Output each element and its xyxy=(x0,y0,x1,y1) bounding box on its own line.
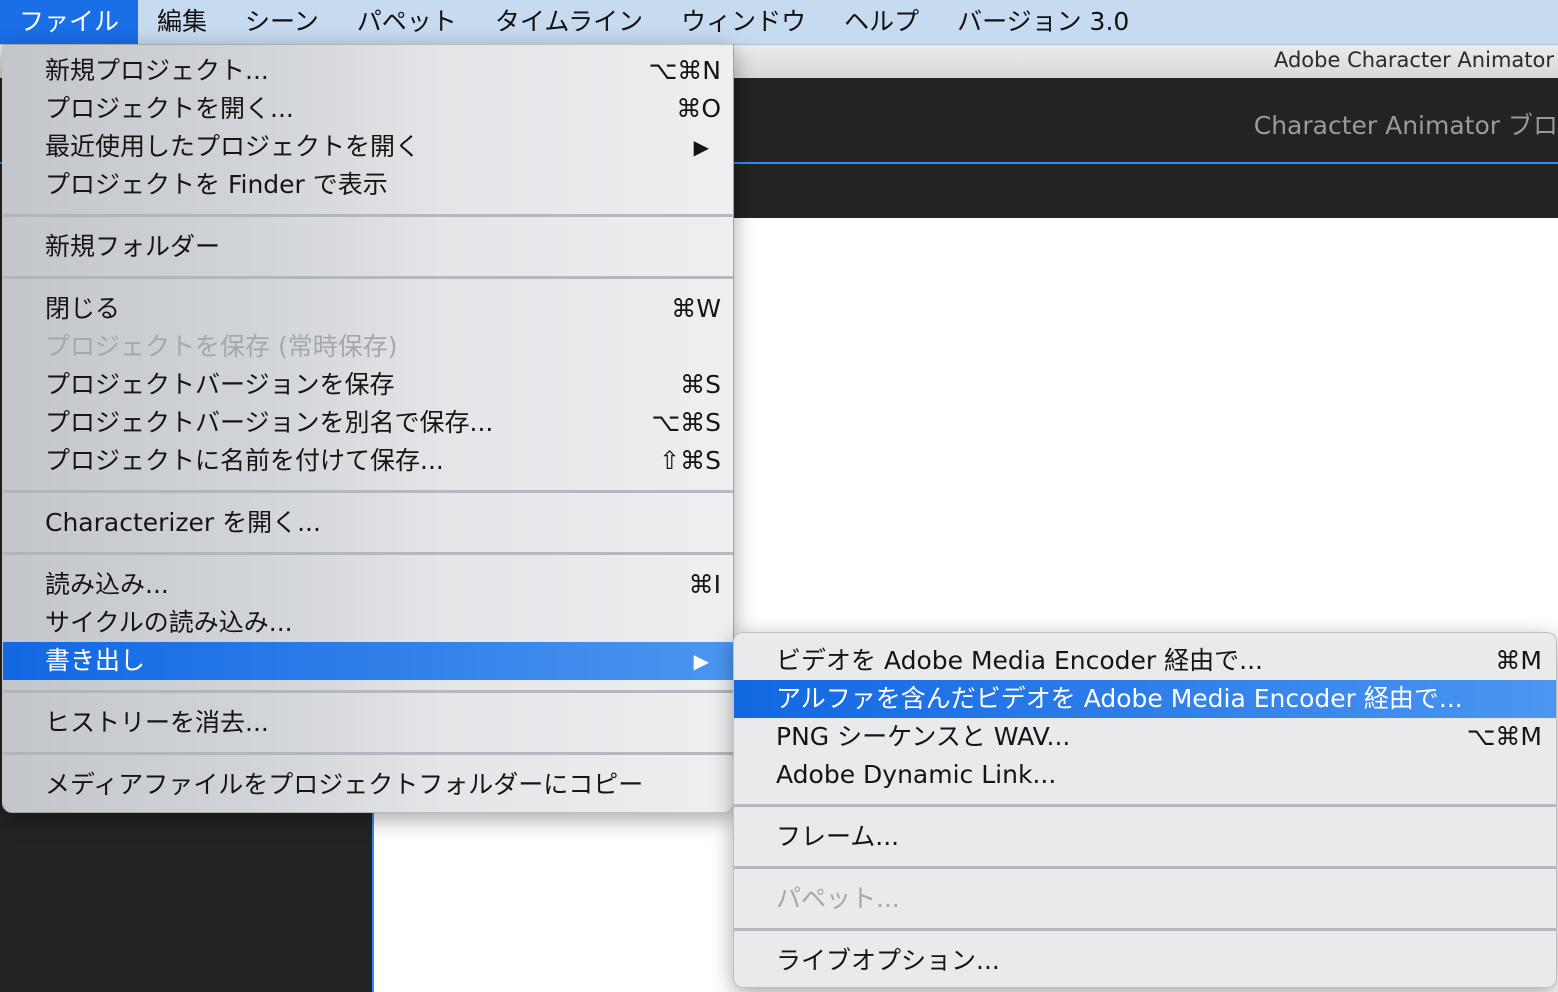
menu-item-export-puppet: パペット... xyxy=(734,880,1556,918)
menu-item-label: ビデオを Adobe Media Encoder 経由で... xyxy=(776,646,1264,675)
menu-item-open-project[interactable]: プロジェクトを開く... ⌘O xyxy=(3,90,733,128)
menu-item-open-recent[interactable]: 最近使用したプロジェクトを開く ▶ xyxy=(3,128,733,166)
submenu-arrow-icon: ▶ xyxy=(693,135,709,159)
shortcut-label: ⌘M xyxy=(1495,646,1542,675)
menu-item-label: プロジェクトバージョンを保存 xyxy=(45,370,395,399)
menu-item-label: プロジェクトバージョンを別名で保存... xyxy=(45,408,494,437)
menu-item-label: 閉じる xyxy=(45,294,121,323)
menu-separator xyxy=(734,856,1556,880)
shortcut-label: ⌥⌘N xyxy=(648,56,721,85)
menu-item-import[interactable]: 読み込み... ⌘I xyxy=(3,566,733,604)
menu-item-save-version[interactable]: プロジェクトバージョンを保存 ⌘S xyxy=(3,366,733,404)
menu-item-export-png-wav[interactable]: PNG シーケンスと WAV... ⌥⌘M xyxy=(734,718,1556,756)
menu-item-copy-media[interactable]: メディアファイルをプロジェクトフォルダーにコピー xyxy=(3,766,733,804)
menu-item-export-video-ame[interactable]: ビデオを Adobe Media Encoder 経由で... ⌘M xyxy=(734,642,1556,680)
menu-item-dynamic-link[interactable]: Adobe Dynamic Link... xyxy=(734,756,1556,794)
menu-item-label: サイクルの読み込み... xyxy=(45,608,293,637)
menu-item-export-frame[interactable]: フレーム... xyxy=(734,818,1556,856)
menu-file[interactable]: ファイル xyxy=(0,0,139,44)
menu-item-save-as[interactable]: プロジェクトに名前を付けて保存... ⇧⌘S xyxy=(3,442,733,480)
menu-window[interactable]: ウィンドウ xyxy=(662,0,825,44)
menu-separator xyxy=(3,542,733,566)
menu-scene[interactable]: シーン xyxy=(226,0,338,44)
shortcut-label: ⇧⌘S xyxy=(659,446,721,475)
menu-item-label: 新規フォルダー xyxy=(45,232,221,261)
menu-timeline[interactable]: タイムライン xyxy=(476,0,662,44)
menu-item-close[interactable]: 閉じる ⌘W xyxy=(3,290,733,328)
window-title: Adobe Character Animator xyxy=(1273,48,1554,72)
menu-item-label: パペット... xyxy=(776,884,900,913)
menu-item-label: ライブオプション... xyxy=(776,946,1000,975)
start-workspace-title: Character Animator ブロ xyxy=(1253,111,1558,140)
menu-item-new-project[interactable]: 新規プロジェクト... ⌥⌘N xyxy=(3,52,733,90)
menu-separator xyxy=(3,742,733,766)
menu-item-label: メディアファイルをプロジェクトフォルダーにコピー xyxy=(45,770,644,799)
shortcut-label: ⌘I xyxy=(688,570,721,599)
menu-item-import-cycle[interactable]: サイクルの読み込み... xyxy=(3,604,733,642)
menu-item-clear-history[interactable]: ヒストリーを消去... xyxy=(3,704,733,742)
menu-item-label: 最近使用したプロジェクトを開く xyxy=(45,132,421,161)
menu-item-label: プロジェクトを Finder で表示 xyxy=(45,170,388,199)
menu-item-label: フレーム... xyxy=(776,822,900,851)
menu-item-live-options[interactable]: ライブオプション... xyxy=(734,942,1556,980)
menu-separator xyxy=(3,204,733,228)
menu-separator xyxy=(734,794,1556,818)
menu-item-open-characterizer[interactable]: Characterizer を開く... xyxy=(3,504,733,542)
menu-item-label: 新規プロジェクト... xyxy=(45,56,269,85)
shortcut-label: ⌘W xyxy=(671,294,721,323)
menu-item-label: PNG シーケンスと WAV... xyxy=(776,722,1071,751)
menu-version[interactable]: バージョン 3.0 xyxy=(938,0,1148,44)
shortcut-label: ⌘O xyxy=(676,94,721,123)
menu-item-label: Adobe Dynamic Link... xyxy=(776,760,1057,789)
menu-separator xyxy=(734,918,1556,942)
menu-item-label: プロジェクトに名前を付けて保存... xyxy=(45,446,444,475)
menu-item-save-version-as[interactable]: プロジェクトバージョンを別名で保存... ⌥⌘S xyxy=(3,404,733,442)
menu-item-show-in-finder[interactable]: プロジェクトを Finder で表示 xyxy=(3,166,733,204)
menu-separator xyxy=(3,680,733,704)
menu-help[interactable]: ヘルプ xyxy=(825,0,938,44)
menu-item-label: 書き出し xyxy=(45,646,146,675)
menu-separator xyxy=(3,266,733,290)
submenu-arrow-icon: ▶ xyxy=(693,649,709,673)
menu-separator xyxy=(3,480,733,504)
menu-item-label: Characterizer を開く... xyxy=(45,508,321,537)
menu-item-label: 読み込み... xyxy=(45,570,169,599)
menu-item-label: プロジェクトを開く... xyxy=(45,94,294,123)
menu-item-save-project: プロジェクトを保存 (常時保存) xyxy=(3,328,733,366)
menu-item-label: プロジェクトを保存 (常時保存) xyxy=(45,332,398,361)
menu-item-label: アルファを含んだビデオを Adobe Media Encoder 経由で... xyxy=(776,684,1463,713)
file-menu: 新規プロジェクト... ⌥⌘N プロジェクトを開く... ⌘O 最近使用したプロ… xyxy=(2,44,734,813)
menu-item-label: ヒストリーを消去... xyxy=(45,708,269,737)
export-submenu: ビデオを Adobe Media Encoder 経由で... ⌘M アルファを… xyxy=(733,632,1557,988)
menu-item-export[interactable]: 書き出し ▶ xyxy=(3,642,733,680)
menu-item-new-folder[interactable]: 新規フォルダー xyxy=(3,228,733,266)
shortcut-label: ⌘S xyxy=(680,370,721,399)
menu-item-export-alpha-video-ame[interactable]: アルファを含んだビデオを Adobe Media Encoder 経由で... xyxy=(734,680,1556,718)
menu-puppet[interactable]: パペット xyxy=(338,0,476,44)
shortcut-label: ⌥⌘S xyxy=(651,408,721,437)
menu-bar: ファイル 編集 シーン パペット タイムライン ウィンドウ ヘルプ バージョン … xyxy=(0,0,1558,45)
shortcut-label: ⌥⌘M xyxy=(1466,722,1542,751)
menu-edit[interactable]: 編集 xyxy=(138,0,226,44)
